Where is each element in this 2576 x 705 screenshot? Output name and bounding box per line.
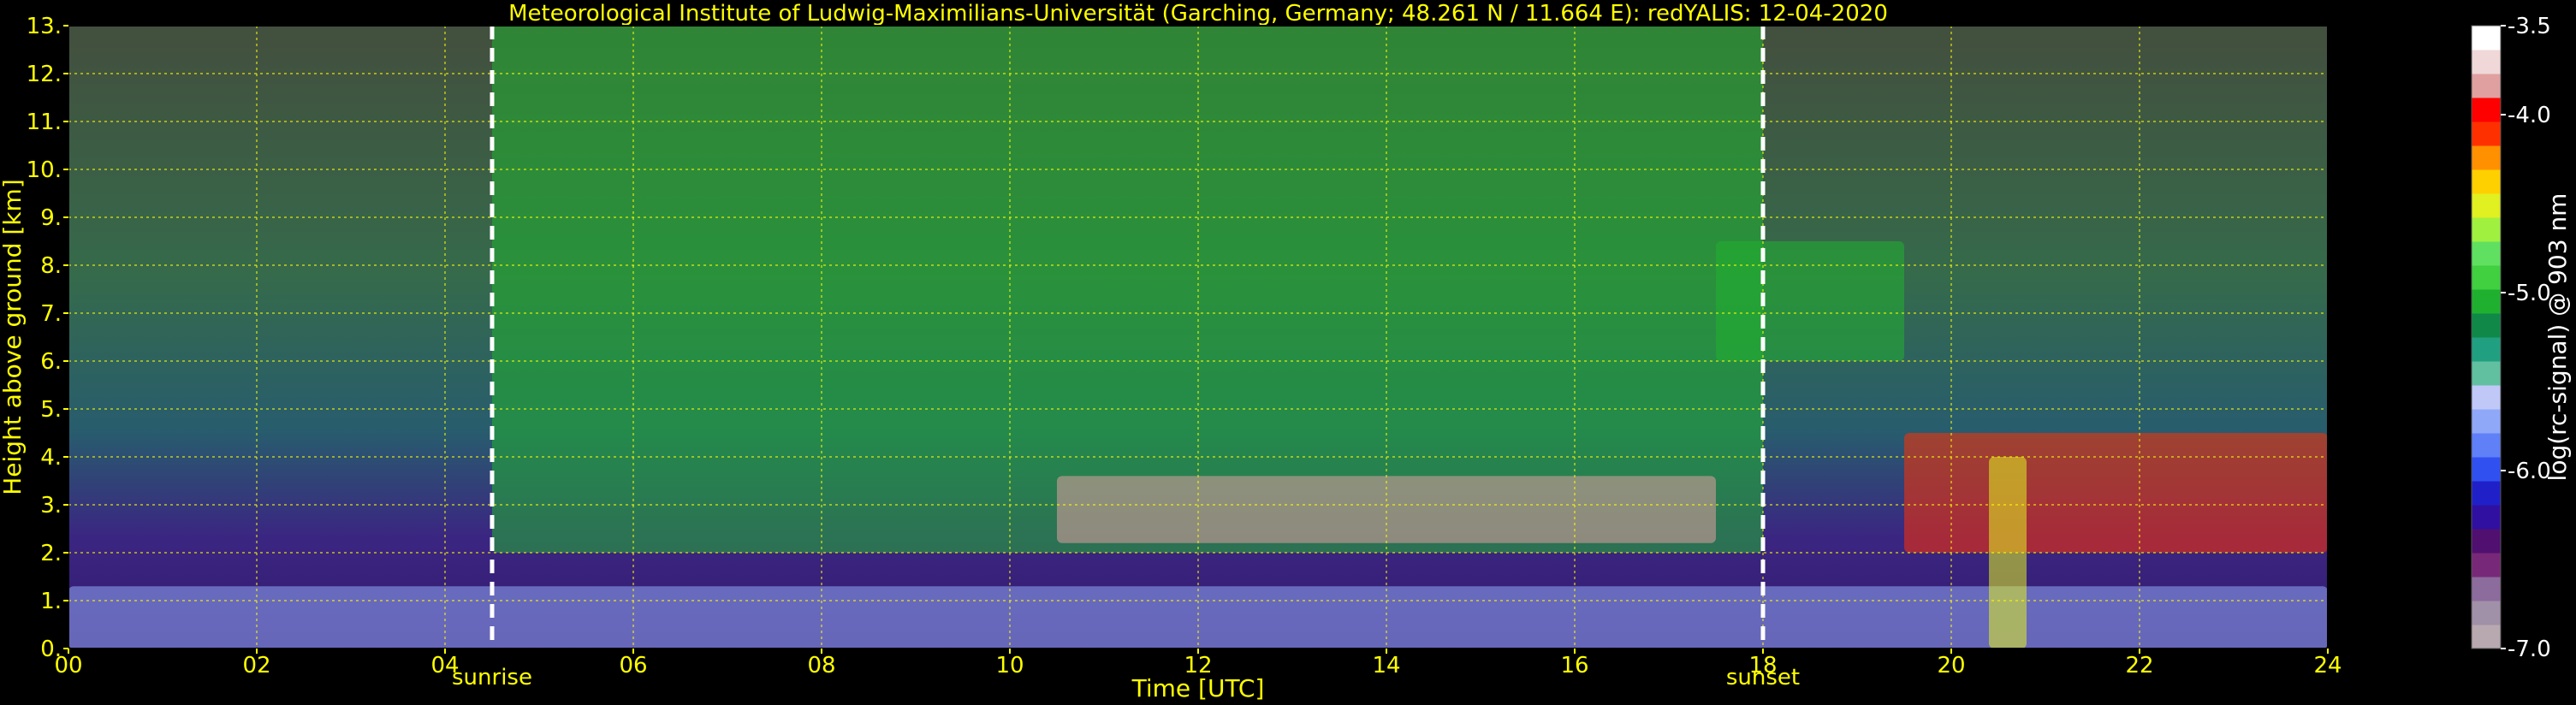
colorbar-segment xyxy=(2472,337,2501,362)
y-tick-label: 4. xyxy=(40,445,62,471)
colorbar-segment xyxy=(2472,601,2501,625)
colorbar-tick-label: -3.5 xyxy=(2508,14,2551,39)
colorbar-segment xyxy=(2472,409,2501,434)
y-axis-label: Height above ground [km] xyxy=(0,179,27,495)
x-tick-label: 02 xyxy=(242,653,270,678)
x-axis-label: Time [UTC] xyxy=(1131,674,1265,702)
feature-mid-level-cloud xyxy=(1057,476,1716,543)
y-tick-label: 5. xyxy=(40,397,62,423)
colorbar-segment xyxy=(2472,193,2501,218)
y-tick-label: 0. xyxy=(40,637,62,662)
colorbar-segment xyxy=(2472,529,2501,554)
colorbar-segment xyxy=(2472,241,2501,266)
x-tick-label: 10 xyxy=(995,653,1024,678)
colorbar-tick-label: -4.0 xyxy=(2508,103,2551,128)
y-tick-label: 11. xyxy=(27,110,62,135)
colorbar-segment xyxy=(2472,145,2501,170)
x-tick-label: 08 xyxy=(807,653,835,678)
x-tick-label: 16 xyxy=(1560,653,1588,678)
colorbar-label: log(rc-signal) @ 903 nm xyxy=(2543,193,2572,482)
y-tick-label: 10. xyxy=(27,157,62,183)
x-tick-label: 18 xyxy=(1748,653,1777,678)
y-tick-label: 9. xyxy=(40,205,62,231)
y-tick-label: 7. xyxy=(40,301,62,327)
colorbar-segment xyxy=(2472,625,2501,649)
colorbar-segment xyxy=(2472,265,2501,290)
feature-evening-cloud xyxy=(1904,433,2328,553)
y-tick-label: 13. xyxy=(27,14,62,39)
y-tick-label: 8. xyxy=(40,253,62,279)
chart-title: Meteorological Institute of Ludwig-Maxim… xyxy=(508,1,1888,27)
feature-cirrus xyxy=(1716,241,1904,361)
colorbar-segment xyxy=(2472,457,2501,482)
x-tick-label: 06 xyxy=(619,653,647,678)
colorbar-segment xyxy=(2472,433,2501,458)
y-tick-label: 12. xyxy=(27,62,62,87)
x-tick-label: 24 xyxy=(2313,653,2342,678)
colorbar-segment xyxy=(2472,74,2501,98)
y-tick-label: 1. xyxy=(40,589,62,614)
lidar-figure: Meteorological Institute of Ludwig-Maxim… xyxy=(0,0,2576,705)
x-tick-label: 04 xyxy=(430,653,459,678)
colorbar-segment xyxy=(2472,169,2501,194)
colorbar-segment xyxy=(2472,481,2501,506)
colorbar-segment xyxy=(2472,553,2501,578)
x-tick-label: 20 xyxy=(1937,653,1965,678)
colorbar-segment xyxy=(2472,361,2501,386)
colorbar-segment xyxy=(2472,98,2501,122)
colorbar-segment xyxy=(2472,121,2501,146)
colorbar-segment xyxy=(2472,50,2501,74)
y-tick-label: 3. xyxy=(40,493,62,518)
colorbar-segment xyxy=(2472,385,2501,410)
feature-noisy-background xyxy=(492,26,1763,553)
feature-rain-shaft xyxy=(1989,457,2027,649)
colorbar-segment xyxy=(2472,313,2501,338)
colorbar-segment xyxy=(2472,289,2501,314)
colorbar-segment xyxy=(2472,505,2501,530)
colorbar-segment xyxy=(2472,577,2501,601)
colorbar-segment xyxy=(2472,26,2501,50)
colorbar-tick-label: -7.0 xyxy=(2508,637,2551,662)
x-tick-label: 14 xyxy=(1372,653,1400,678)
colorbar xyxy=(2471,25,2502,649)
colorbar-segment xyxy=(2472,217,2501,242)
x-tick-label: 22 xyxy=(2125,653,2153,678)
plot-area: sunrise sunset xyxy=(68,25,2329,690)
sunrise-label: sunrise xyxy=(452,665,532,690)
y-tick-label: 2. xyxy=(40,541,62,566)
y-tick-label: 6. xyxy=(40,349,62,375)
